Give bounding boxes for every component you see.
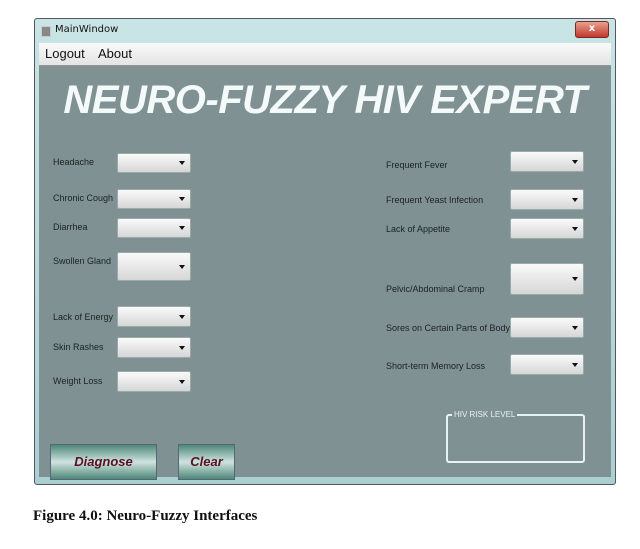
frequent-yeast-infection-combobox[interactable] [510, 189, 584, 210]
chevron-down-icon [572, 277, 578, 281]
close-button[interactable]: x [575, 21, 609, 38]
title-bar[interactable]: MainWindow x [35, 19, 615, 43]
weight-loss-combobox[interactable] [117, 371, 191, 392]
clear-button[interactable]: Clear [178, 444, 235, 480]
lack-of-appetite-label: Lack of Appetite [386, 224, 451, 234]
weight-loss-label: Weight Loss [53, 376, 103, 386]
chevron-down-icon [179, 226, 185, 230]
main-window: MainWindow x Logout About NEURO-FUZZY HI… [34, 18, 616, 485]
pelvic-abdominal-cramp-combobox[interactable] [510, 263, 584, 295]
skin-rashes-label: Skin Rashes [53, 342, 104, 352]
hiv-risk-level-label: HIV RISK LEVEL [452, 410, 518, 419]
chevron-down-icon [179, 379, 185, 384]
short-term-memory-loss-label: Short-term Memory Loss [386, 361, 486, 371]
frequent-fever-combobox[interactable] [510, 151, 584, 172]
chevron-down-icon [179, 345, 185, 350]
form-panel: NEURO-FUZZY HIV EXPERT Headache Chronic C… [39, 66, 611, 480]
menu-about[interactable]: About [98, 46, 132, 61]
chevron-down-icon [572, 197, 578, 202]
swollen-gland-combobox[interactable] [117, 252, 191, 281]
menu-bar: Logout About [39, 43, 611, 66]
headache-combobox[interactable] [117, 153, 191, 173]
lack-of-energy-combobox[interactable] [117, 306, 191, 327]
frequent-yeast-infection-label: Frequent Yeast Infection [386, 195, 484, 205]
diarrhea-label: Diarrhea [53, 222, 88, 232]
swollen-gland-label: Swollen Gland [53, 256, 112, 266]
figure-caption: Figure 4.0: Neuro-Fuzzy Interfaces [33, 508, 258, 524]
chevron-down-icon [179, 314, 185, 319]
chevron-down-icon [179, 264, 185, 269]
chevron-down-icon [179, 161, 185, 165]
short-term-memory-loss-combobox[interactable] [510, 354, 584, 375]
chronic-cough-label: Chronic Cough [53, 193, 114, 203]
chevron-down-icon [572, 159, 578, 164]
app-heading: NEURO-FUZZY HIV EXPERT [63, 78, 587, 122]
app-icon [41, 26, 51, 37]
chevron-down-icon [179, 197, 185, 201]
skin-rashes-combobox[interactable] [117, 337, 191, 358]
sores-on-certain-parts-of-body-combobox[interactable] [510, 317, 584, 338]
window-title: MainWindow [55, 24, 119, 35]
menu-logout[interactable]: Logout [45, 46, 85, 61]
lack-of-energy-label: Lack of Energy [53, 312, 114, 322]
sores-on-certain-parts-of-body-label: Sores on Certain Parts of Body [386, 323, 511, 333]
frequent-fever-label: Frequent Fever [386, 160, 448, 170]
hiv-risk-level-group: HIV RISK LEVEL [446, 410, 585, 463]
chevron-down-icon [572, 226, 578, 231]
chronic-cough-combobox[interactable] [117, 189, 191, 209]
chevron-down-icon [572, 325, 578, 330]
chevron-down-icon [572, 362, 578, 367]
headache-label: Headache [53, 157, 95, 167]
diagnose-button[interactable]: Diagnose [50, 444, 157, 480]
diarrhea-combobox[interactable] [117, 218, 191, 238]
lack-of-appetite-combobox[interactable] [510, 218, 584, 239]
pelvic-abdominal-cramp-label: Pelvic/Abdominal Cramp [386, 284, 485, 294]
